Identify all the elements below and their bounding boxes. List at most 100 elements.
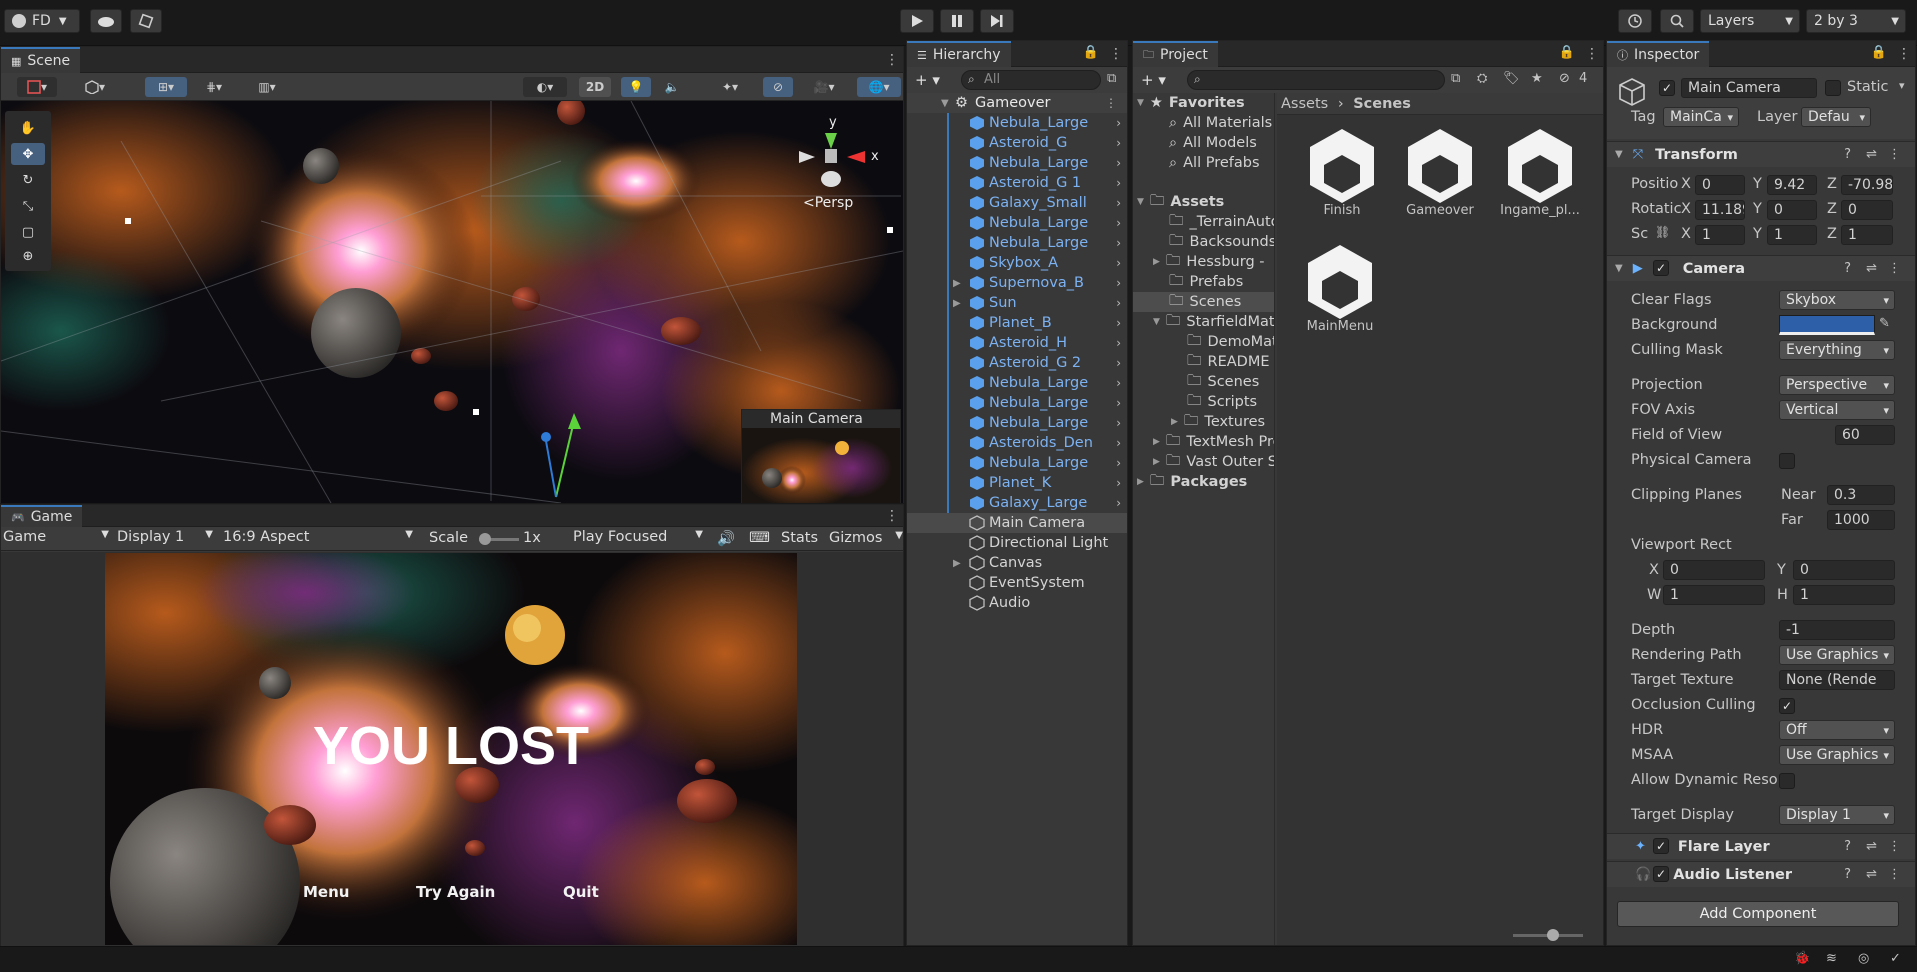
hierarchy-scene-root[interactable]: ▼ ⚙ Gameover ⋮ [907,93,1127,113]
play-mode-dropdown[interactable]: Play Focused ▼ [573,529,707,549]
flare-enabled-checkbox[interactable]: ✓ [1653,838,1669,854]
position-z-field[interactable]: -70.98 [1841,175,1893,195]
position-y-field[interactable]: 9.42 [1767,175,1817,195]
scale-slider-thumb[interactable] [479,533,491,545]
favorites-header[interactable]: ▼ ★ Favorites [1137,93,1245,113]
lighting-progress-icon[interactable]: ◎ [1858,951,1869,966]
asset-file[interactable]: MainMenu [1295,241,1385,334]
fov-axis-dropdown[interactable]: Vertical [1779,400,1895,420]
game-menu-button[interactable]: Menu [303,883,349,901]
scene-search-icon[interactable]: ⧉ [1107,71,1116,86]
kebab-menu-icon[interactable]: ⋮ [1585,46,1599,62]
game-view-dropdown[interactable]: Game ▼ [3,529,111,549]
hierarchy-item[interactable]: EventSystem [907,573,1127,593]
occlusion-culling-checkbox[interactable]: ✓ [1779,698,1795,714]
hierarchy-item[interactable]: Directional Light [907,533,1127,553]
background-color-swatch[interactable] [1779,315,1875,335]
scale-x-field[interactable]: 1 [1695,225,1745,245]
hierarchy-item[interactable]: Nebula_Large › [907,373,1127,393]
asset-file[interactable]: Gameover [1395,125,1485,218]
hierarchy-item[interactable]: Nebula_Large › [907,393,1127,413]
scale-z-field[interactable]: 1 [1841,225,1893,245]
open-prefab-icon[interactable]: › [1116,456,1121,470]
lighting-toggle[interactable]: 💡 [621,77,651,97]
open-prefab-icon[interactable]: › [1116,416,1121,430]
viewport-w-field[interactable]: 1 [1663,585,1765,605]
position-x-field[interactable]: 0 [1695,175,1745,195]
near-field[interactable]: 0.3 [1827,485,1895,505]
lock-icon[interactable]: 🔒 [1083,45,1099,60]
gizmos-dropdown[interactable]: Gizmos ▼ [829,530,903,550]
hierarchy-item[interactable]: Planet_B › [907,313,1127,333]
move-tool-button[interactable]: ✥ [11,143,45,165]
help-icon[interactable]: ? [1844,839,1851,854]
layout-dropdown[interactable]: 2 by 3 ▼ [1806,9,1906,33]
asset-file[interactable]: Ingame_pl... [1495,125,1585,218]
hierarchy-item[interactable]: Nebula_Large › [907,453,1127,473]
breadcrumb-root[interactable]: Assets [1281,96,1328,112]
tab-inspector[interactable]: ⓘ Inspector [1607,41,1710,67]
hierarchy-item[interactable]: ▶ Canvas [907,553,1127,573]
rotation-z-field[interactable]: 0 [1841,200,1893,220]
constrain-proportions-icon[interactable]: ⛓ [1655,225,1670,239]
account-dropdown[interactable]: FD ▼ [4,9,80,33]
hierarchy-item[interactable]: Nebula_Large › [907,113,1127,133]
open-prefab-icon[interactable]: › [1116,236,1121,250]
kebab-menu-icon[interactable]: ⋮ [1109,46,1123,62]
kebab-menu-icon[interactable]: ⋮ [885,508,899,524]
scene-viewport[interactable]: ✋ ✥ ↻ ⤡ ▢ ⊕ y x <Persp Main Camera [1,101,903,503]
audio-toggle[interactable]: 🔈 [657,77,687,97]
physical-camera-checkbox[interactable] [1779,453,1795,469]
grid-visibility-dropdown[interactable]: ▥ ▾ [245,77,289,97]
open-prefab-icon[interactable]: › [1116,356,1121,370]
lock-icon[interactable]: 🔒 [1871,45,1887,60]
kebab-menu-icon[interactable]: ⋮ [1888,261,1901,276]
open-prefab-icon[interactable]: › [1116,316,1121,330]
icon-size-slider-thumb[interactable] [1547,929,1559,941]
open-prefab-icon[interactable]: › [1116,196,1121,210]
folder-textures[interactable]: ▶ 🗀 Textures [1171,412,1265,432]
open-prefab-icon[interactable]: › [1116,276,1121,290]
play-button[interactable] [900,9,934,33]
far-field[interactable]: 1000 [1827,510,1895,530]
bug-icon[interactable]: 🐞 [1794,951,1810,966]
filter-icon[interactable]: ⛭ [1477,71,1487,86]
flare-layer-header[interactable]: ✦ ✓ Flare Layer ? ⇌ ⋮ [1607,833,1915,859]
auto-generate-icon[interactable]: ✓ [1890,951,1901,966]
game-quit-button[interactable]: Quit [563,883,599,901]
open-prefab-icon[interactable]: › [1116,296,1121,310]
layer-dropdown[interactable]: Defau [1801,107,1871,127]
clear-flags-dropdown[interactable]: Skybox [1779,290,1895,310]
hierarchy-item[interactable]: Asteroid_G 1 › [907,173,1127,193]
target-display-dropdown[interactable]: Display 1 [1779,805,1895,825]
shortcuts-icon[interactable]: ⌨ [749,530,770,546]
render-mode-dropdown[interactable]: ▾ [75,77,115,97]
aspect-dropdown[interactable]: 16:9 Aspect ▼ [223,529,417,549]
hierarchy-item[interactable]: Galaxy_Large › [907,493,1127,513]
preset-icon[interactable]: ⇌ [1866,867,1877,882]
rect-tool-button[interactable]: ▢ [11,221,45,243]
cloud-button[interactable] [90,9,122,33]
viewport-h-field[interactable]: 1 [1793,585,1895,605]
kebab-menu-icon[interactable]: ⋮ [885,52,899,68]
pause-button[interactable] [940,9,974,33]
tab-scene[interactable]: ▦ Scene [1,47,81,73]
star-icon[interactable]: ★ [1531,71,1543,86]
dynamic-resolution-checkbox[interactable] [1779,773,1795,789]
icon-size-slider[interactable] [1513,929,1583,941]
game-try-again-button[interactable]: Try Again [416,883,495,901]
scale-tool-button[interactable]: ⤡ [11,195,45,217]
label-icon[interactable]: 🏷 [1503,71,1520,86]
hierarchy-item[interactable]: Nebula_Large › [907,153,1127,173]
add-component-button[interactable]: Add Component [1617,901,1899,927]
tab-project[interactable]: 🗀 Project [1133,41,1218,67]
static-checkbox[interactable] [1825,80,1841,96]
open-prefab-icon[interactable]: › [1116,496,1121,510]
hierarchy-item[interactable]: Asteroids_Den › [907,433,1127,453]
folder-vast[interactable]: ▶ 🗀 Vast Outer Space [1153,452,1274,472]
preset-icon[interactable]: ⇌ [1866,839,1877,854]
hidden-packages-icon[interactable]: ⊘ [1559,71,1570,86]
open-prefab-icon[interactable]: › [1116,256,1121,270]
increment-snap-dropdown[interactable]: ⋕ ▾ [197,77,231,97]
help-icon[interactable]: ? [1844,261,1851,276]
